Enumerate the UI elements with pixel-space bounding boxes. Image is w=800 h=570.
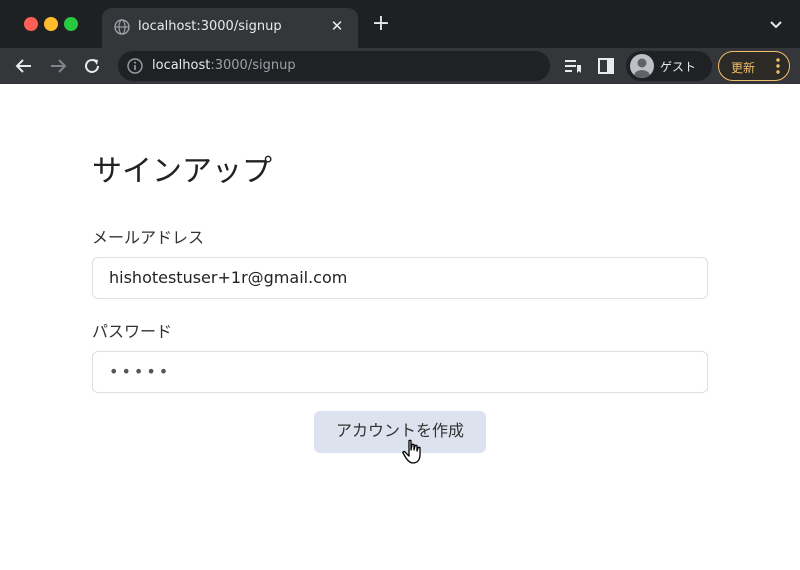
globe-icon — [114, 19, 130, 35]
update-label: 更新 — [731, 61, 756, 75]
maximize-window-button[interactable] — [64, 17, 78, 31]
site-info-icon[interactable] — [127, 58, 143, 74]
plus-icon[interactable]: + — [370, 13, 392, 36]
password-field[interactable]: ••••• — [92, 351, 708, 393]
back-icon[interactable] — [12, 54, 36, 78]
reload-icon[interactable] — [80, 54, 104, 78]
page-content: サインアップ メールアドレス hishotestuser+1r@gmail.co… — [0, 84, 800, 570]
email-field[interactable]: hishotestuser+1r@gmail.com — [92, 257, 708, 299]
create-account-button[interactable]: アカウントを作成 — [314, 411, 486, 453]
url-host: localhost — [152, 58, 211, 73]
profile-button[interactable]: ゲスト — [626, 51, 712, 81]
browser-tab[interactable]: localhost:3000/signup ✕ — [102, 8, 358, 48]
update-button[interactable]: 更新 — [718, 51, 790, 81]
minimize-window-button[interactable] — [44, 17, 58, 31]
kebab-icon — [776, 58, 780, 74]
reading-list-icon[interactable] — [562, 56, 582, 76]
password-label: パスワード — [92, 322, 173, 341]
url-path: :3000/signup — [210, 58, 296, 73]
tab-title: localhost:3000/signup — [138, 19, 282, 34]
forward-icon[interactable] — [46, 54, 70, 78]
url-text: localhost:3000/signup — [152, 58, 296, 73]
hand-cursor-icon — [402, 439, 421, 464]
chevron-down-icon[interactable] — [768, 16, 784, 32]
close-icon[interactable]: ✕ — [326, 15, 348, 37]
page-title: サインアップ — [92, 154, 272, 189]
browser-toolbar: localhost:3000/signup ゲスト 更新 — [0, 48, 800, 84]
address-bar[interactable]: localhost:3000/signup — [118, 51, 550, 81]
avatar-icon — [630, 54, 654, 78]
browser-titlebar: localhost:3000/signup ✕ + — [0, 0, 800, 48]
close-window-button[interactable] — [24, 17, 38, 31]
side-panel-icon[interactable] — [596, 56, 616, 76]
email-label: メールアドレス — [92, 228, 205, 247]
profile-label: ゲスト — [660, 60, 697, 74]
